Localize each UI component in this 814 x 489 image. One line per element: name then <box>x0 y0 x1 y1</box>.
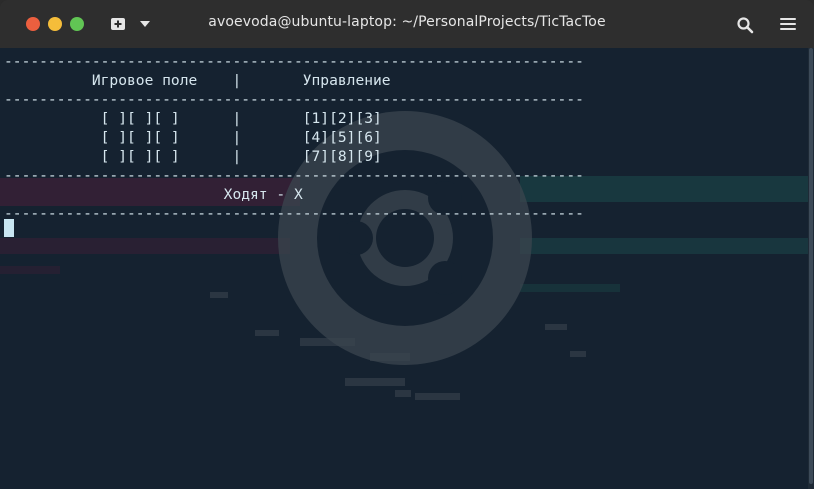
separator-line: ----------------------------------------… <box>4 205 584 222</box>
terminal-area[interactable]: ----------------------------------------… <box>0 48 808 489</box>
turn-status-line: Ходят - X <box>4 186 303 203</box>
board-row: [ ][ ][ ] | [7][8][9] <box>4 148 382 165</box>
search-icon[interactable] <box>736 16 754 34</box>
title-bar[interactable]: avoevoda@ubuntu-laptop: ~/PersonalProjec… <box>0 0 814 49</box>
hamburger-menu-icon[interactable] <box>779 15 797 33</box>
board-row: [ ][ ][ ] | [4][5][6] <box>4 129 382 146</box>
window-title: avoevoda@ubuntu-laptop: ~/PersonalProjec… <box>208 14 606 30</box>
board-row: [ ][ ][ ] | [1][2][3] <box>4 110 382 127</box>
terminal-cursor <box>4 219 14 237</box>
terminal-output: ----------------------------------------… <box>4 52 584 223</box>
separator-line: ----------------------------------------… <box>4 167 584 184</box>
separator-line: ----------------------------------------… <box>4 53 584 70</box>
scrollbar-thumb[interactable] <box>809 48 813 484</box>
separator-line: ----------------------------------------… <box>4 91 584 108</box>
terminal-window: avoevoda@ubuntu-laptop: ~/PersonalProjec… <box>0 0 814 489</box>
header-line: Игровое поле | Управление <box>4 72 391 89</box>
